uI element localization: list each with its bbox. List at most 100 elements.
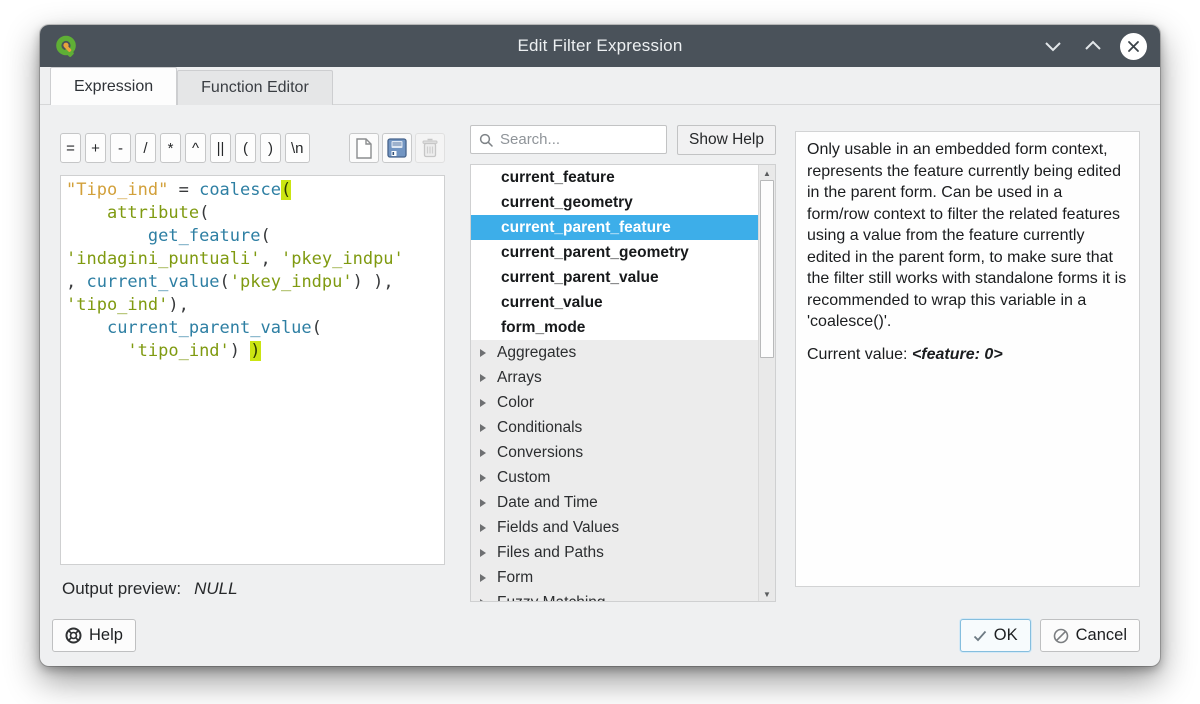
show-help-button[interactable]: Show Help (677, 125, 776, 155)
function-item-current-value[interactable]: current_value (471, 290, 758, 315)
function-item-current-feature[interactable]: current_feature (471, 165, 758, 190)
close-button[interactable] (1120, 33, 1147, 60)
search-input[interactable] (500, 131, 658, 148)
expand-triangle-icon[interactable] (480, 599, 486, 602)
expression-token: ( (312, 318, 322, 338)
expression-token: ) (250, 341, 260, 361)
group-item-date-and-time[interactable]: Date and Time (471, 490, 758, 515)
group-item-custom[interactable]: Custom (471, 465, 758, 490)
scroll-up-icon[interactable]: ▲ (759, 166, 775, 180)
expression-token: ( (199, 203, 209, 223)
operator-button-8[interactable]: ) (260, 133, 281, 163)
group-item-form[interactable]: Form (471, 565, 758, 590)
operator-button-0[interactable]: = (60, 133, 81, 163)
maximize-button[interactable] (1080, 33, 1106, 59)
group-label: Files and Paths (497, 544, 604, 562)
expression-column: =+-/*^||()\n (60, 105, 445, 609)
expression-line: get_feature( (66, 225, 439, 248)
expression-token: ), (168, 295, 188, 315)
expression-line: 'indagini_puntuali', 'pkey_indpu' (66, 248, 439, 271)
function-item-current-parent-feature[interactable]: current_parent_feature (471, 215, 758, 240)
operator-button-6[interactable]: || (210, 133, 231, 163)
expand-triangle-icon[interactable] (480, 424, 486, 432)
current-value: <feature: 0> (912, 346, 1003, 363)
tab-function-editor-label: Function Editor (201, 79, 309, 97)
save-expression-button[interactable] (382, 133, 412, 163)
group-item-aggregates[interactable]: Aggregates (471, 340, 758, 365)
expression-line: , current_value('pkey_indpu') ), (66, 271, 439, 294)
function-item-current-parent-value[interactable]: current_parent_value (471, 265, 758, 290)
titlebar[interactable]: Edit Filter Expression (40, 25, 1160, 67)
expression-token: get_feature (148, 226, 261, 246)
expression-token: ( (281, 180, 291, 200)
group-item-conditionals[interactable]: Conditionals (471, 415, 758, 440)
group-item-fuzzy-matching[interactable]: Fuzzy Matching (471, 590, 758, 601)
function-tree-scrollbar[interactable]: ▲ ▼ (758, 165, 775, 601)
group-item-files-and-paths[interactable]: Files and Paths (471, 540, 758, 565)
help-button[interactable]: Help (52, 619, 136, 652)
current-value-line: Current value: <feature: 0> (807, 344, 1128, 366)
ok-button-label: OK (994, 626, 1018, 645)
tab-expression[interactable]: Expression (50, 67, 177, 105)
expression-tab-content: =+-/*^||()\n (40, 105, 1160, 609)
tab-function-editor[interactable]: Function Editor (177, 70, 333, 105)
function-item-current-geometry[interactable]: current_geometry (471, 190, 758, 215)
group-item-arrays[interactable]: Arrays (471, 365, 758, 390)
expression-line: current_parent_value( (66, 317, 439, 340)
group-label: Fields and Values (497, 519, 619, 537)
expression-token: coalesce (199, 180, 281, 200)
group-label: Date and Time (497, 494, 598, 512)
operator-button-5[interactable]: ^ (185, 133, 206, 163)
help-button-label: Help (89, 626, 123, 645)
expression-code-editor[interactable]: "Tipo_ind" = coalesce( attribute( get_fe… (60, 175, 445, 565)
search-box[interactable] (470, 125, 667, 154)
search-row: Show Help (470, 125, 776, 155)
operator-button-3[interactable]: / (135, 133, 156, 163)
expand-triangle-icon[interactable] (480, 374, 486, 382)
group-item-fields-and-values[interactable]: Fields and Values (471, 515, 758, 540)
expression-token: attribute (107, 203, 199, 223)
operator-buttons: =+-/*^||()\n (60, 133, 314, 163)
output-preview: Output preview: NULL (60, 579, 445, 599)
operator-button-7[interactable]: ( (235, 133, 256, 163)
group-label: Conditionals (497, 419, 582, 437)
group-item-conversions[interactable]: Conversions (471, 440, 758, 465)
expand-triangle-icon[interactable] (480, 499, 486, 507)
ok-button[interactable]: OK (960, 619, 1031, 652)
function-item-form-mode[interactable]: form_mode (471, 315, 758, 340)
expression-token (66, 318, 107, 338)
expression-line: 'tipo_ind'), (66, 294, 439, 317)
expand-triangle-icon[interactable] (480, 449, 486, 457)
operator-button-4[interactable]: * (160, 133, 181, 163)
expand-triangle-icon[interactable] (480, 349, 486, 357)
output-preview-label: Output preview: (62, 579, 181, 598)
group-label: Fuzzy Matching (497, 594, 606, 602)
operator-button-1[interactable]: + (85, 133, 106, 163)
expand-triangle-icon[interactable] (480, 399, 486, 407)
expand-triangle-icon[interactable] (480, 574, 486, 582)
scroll-down-icon[interactable]: ▼ (759, 587, 775, 601)
operator-button-2[interactable]: - (110, 133, 131, 163)
group-label: Form (497, 569, 533, 587)
expand-triangle-icon[interactable] (480, 524, 486, 532)
check-icon (973, 630, 987, 642)
lifebuoy-icon (65, 627, 82, 644)
expand-triangle-icon[interactable] (480, 549, 486, 557)
operator-button-9[interactable]: \n (285, 133, 310, 163)
group-item-color[interactable]: Color (471, 390, 758, 415)
help-text: Only usable in an embedded form context,… (807, 139, 1128, 333)
edit-filter-expression-dialog: Edit Filter Expression Expression Functi… (40, 25, 1160, 666)
trash-icon (421, 138, 439, 158)
function-tree: current_featurecurrent_geometrycurrent_p… (470, 164, 776, 602)
expand-triangle-icon[interactable] (480, 474, 486, 482)
output-preview-value: NULL (194, 579, 237, 598)
expression-line: 'tipo_ind') ) (66, 340, 439, 363)
scrollbar-thumb[interactable] (760, 180, 774, 358)
function-item-current-parent-geometry[interactable]: current_parent_geometry (471, 240, 758, 265)
shade-button[interactable] (1040, 33, 1066, 59)
cancel-button[interactable]: Cancel (1040, 619, 1140, 652)
expression-token (66, 226, 148, 246)
chevron-down-icon (1044, 40, 1062, 52)
new-expression-button[interactable] (349, 133, 379, 163)
expression-token: ) (230, 341, 250, 361)
